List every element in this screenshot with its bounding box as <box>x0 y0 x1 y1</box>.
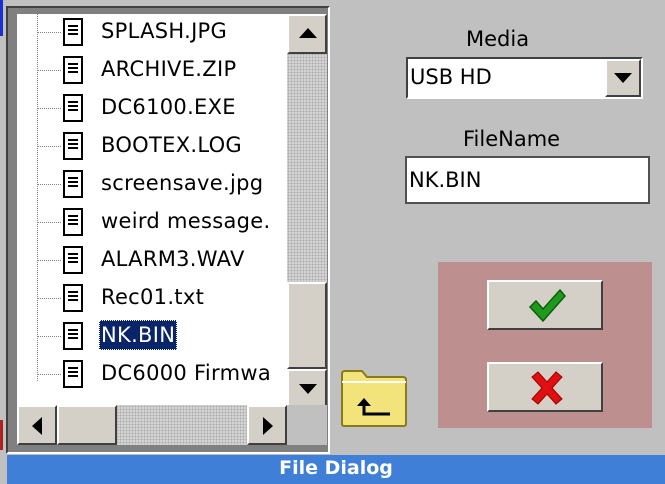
media-dropdown[interactable]: USB HD <box>406 57 643 99</box>
media-label: Media <box>466 27 530 51</box>
document-icon <box>63 94 83 122</box>
vertical-scroll-thumb[interactable] <box>287 282 327 369</box>
document-icon <box>63 208 83 236</box>
file-name: DC6000 Firmwa <box>101 361 272 385</box>
scroll-up-button[interactable] <box>287 14 327 54</box>
chevron-down-icon <box>614 73 632 83</box>
scroll-right-button[interactable] <box>247 405 287 445</box>
file-name: screensave.jpg <box>101 171 264 195</box>
scroll-left-button[interactable] <box>17 405 57 445</box>
document-icon <box>63 56 83 84</box>
document-icon <box>63 170 83 198</box>
window-title: File Dialog <box>279 457 393 479</box>
file-list-item[interactable]: Rec01.txt <box>17 280 287 318</box>
file-list-item[interactable]: weird message. <box>17 204 287 242</box>
arrow-down-icon <box>299 384 317 394</box>
edge-accent-red <box>0 420 3 450</box>
document-icon <box>63 246 83 274</box>
document-icon <box>63 132 83 160</box>
arrow-right-icon <box>263 417 273 435</box>
cancel-button[interactable] <box>487 362 603 412</box>
file-tree[interactable]: SPLASH.JPG ARCHIVE.ZIP DC6100.EXE BOOTEX… <box>17 14 287 405</box>
file-name: Rec01.txt <box>101 285 205 309</box>
file-name: ARCHIVE.ZIP <box>101 57 237 81</box>
document-icon <box>63 284 83 312</box>
scrollbar-corner <box>287 405 327 445</box>
x-icon <box>531 371 563 405</box>
parent-folder-button[interactable] <box>340 368 408 428</box>
file-list-item[interactable]: DC6100.EXE <box>17 90 287 128</box>
file-list-item[interactable]: ARCHIVE.ZIP <box>17 52 287 90</box>
horizontal-scroll-thumb[interactable] <box>57 405 117 445</box>
file-list-item[interactable]: DC6000 Firmwa <box>17 356 287 394</box>
ok-button[interactable] <box>487 280 603 330</box>
filename-input[interactable] <box>405 156 650 204</box>
file-name: ALARM3.WAV <box>101 247 245 271</box>
document-icon <box>63 322 83 350</box>
vertical-scrollbar[interactable] <box>287 14 327 409</box>
document-icon <box>63 18 83 46</box>
title-bar: File Dialog <box>7 455 665 484</box>
file-name: NK.BIN <box>99 320 178 350</box>
document-icon <box>63 360 83 388</box>
file-list-item-selected[interactable]: NK.BIN <box>17 318 287 356</box>
file-name: weird message. <box>101 209 271 233</box>
media-dropdown-value: USB HD <box>410 65 492 89</box>
file-list-item[interactable]: BOOTEX.LOG <box>17 128 287 166</box>
file-list-item[interactable]: ALARM3.WAV <box>17 242 287 280</box>
file-list-item[interactable]: screensave.jpg <box>17 166 287 204</box>
scroll-down-button[interactable] <box>287 369 327 409</box>
horizontal-scrollbar[interactable] <box>17 405 287 445</box>
file-name: DC6100.EXE <box>101 95 236 119</box>
folder-up-icon <box>341 370 407 427</box>
file-name: BOOTEX.LOG <box>101 133 243 157</box>
arrow-up-icon <box>299 28 317 38</box>
checkmark-icon <box>528 288 566 323</box>
file-list-item[interactable]: SPLASH.JPG <box>17 14 287 52</box>
file-name: SPLASH.JPG <box>101 19 228 43</box>
arrow-left-icon <box>32 417 42 435</box>
edge-accent <box>0 0 3 36</box>
filename-label: FileName <box>463 127 561 151</box>
media-dropdown-button[interactable] <box>605 59 641 97</box>
